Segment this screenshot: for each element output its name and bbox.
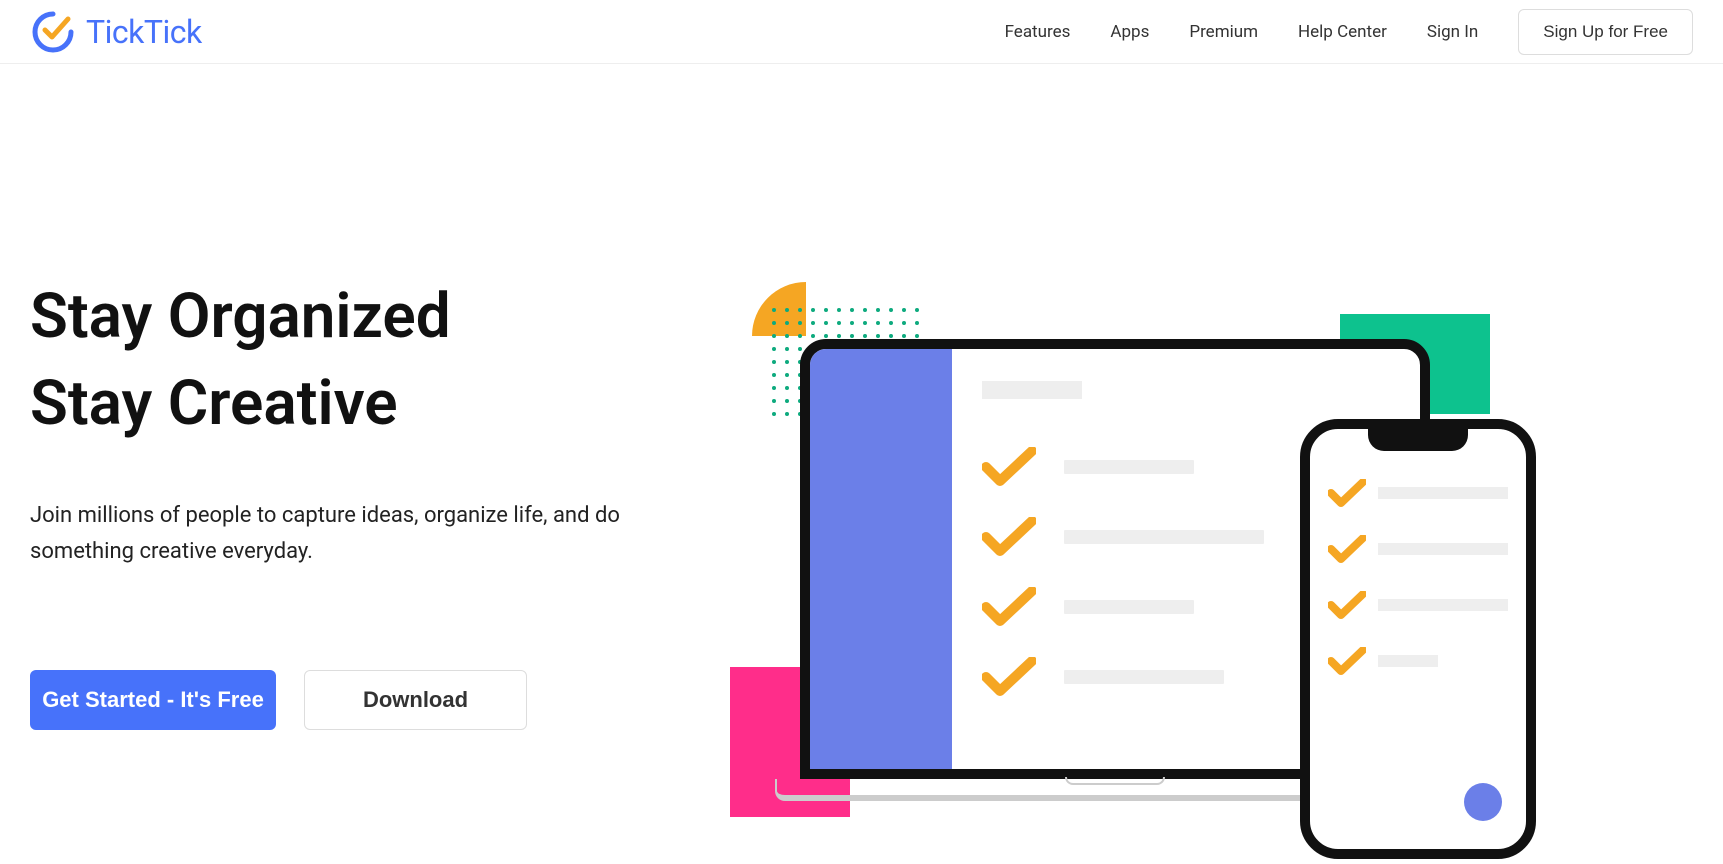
signup-button[interactable]: Sign Up for Free [1518, 9, 1693, 55]
main-nav: Features Apps Premium Help Center Sign I… [1005, 9, 1693, 55]
check-icon [982, 517, 1036, 557]
phone-content [1328, 449, 1508, 675]
check-icon [1328, 479, 1366, 507]
phone-check-row [1328, 535, 1508, 563]
check-icon [1328, 591, 1366, 619]
download-button[interactable]: Download [304, 670, 527, 730]
hero-title-line2: Stay Creative [30, 367, 398, 440]
phone-notch [1368, 427, 1468, 451]
phone-check-row [1328, 479, 1508, 507]
content-header-bar [982, 381, 1082, 399]
hero-buttons: Get Started - It's Free Download [30, 670, 730, 730]
nav-link-apps[interactable]: Apps [1110, 22, 1149, 42]
laptop-hinge-notch [1065, 777, 1165, 785]
phone-illustration [1300, 419, 1536, 859]
check-icon [982, 447, 1036, 487]
nav-link-premium[interactable]: Premium [1189, 22, 1258, 42]
phone-check-row [1328, 591, 1508, 619]
hero-illustration [720, 264, 1590, 864]
hero-title-line1: Stay Organized [30, 280, 451, 353]
check-icon [1328, 647, 1366, 675]
phone-check-row [1328, 647, 1508, 675]
hero-title: Stay Organized Stay Creative [30, 274, 730, 448]
nav-link-help[interactable]: Help Center [1298, 22, 1387, 42]
site-header: TickTick Features Apps Premium Help Cent… [0, 0, 1723, 64]
hero-subtitle: Join millions of people to capture ideas… [30, 498, 680, 571]
hero-section: Stay Organized Stay Creative Join millio… [0, 64, 1723, 730]
hero-content: Stay Organized Stay Creative Join millio… [30, 274, 730, 730]
brand-logo[interactable]: TickTick [30, 9, 202, 55]
phone-fab-button [1464, 783, 1502, 821]
brand-name: TickTick [86, 13, 202, 51]
check-icon [982, 587, 1036, 627]
nav-link-signin[interactable]: Sign In [1427, 22, 1478, 42]
check-icon [1328, 535, 1366, 563]
laptop-sidebar [810, 349, 952, 769]
nav-link-features[interactable]: Features [1005, 22, 1071, 42]
logo-check-icon [30, 9, 76, 55]
get-started-button[interactable]: Get Started - It's Free [30, 670, 276, 730]
check-icon [982, 657, 1036, 697]
